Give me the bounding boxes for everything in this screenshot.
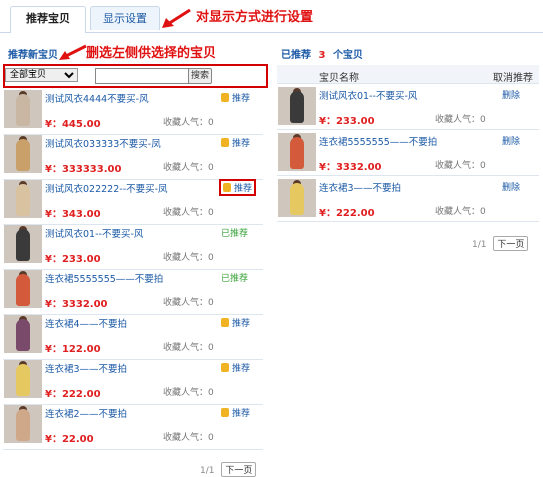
product-name-link[interactable]: 测试风衣033333不要买-凤: [45, 136, 161, 150]
recommended-status: 已推荐: [221, 229, 249, 239]
favorites-count: 收藏人气：0: [163, 253, 214, 263]
search-button[interactable]: 搜索: [188, 68, 212, 84]
table-row: 连衣裙5555555——不要拍 ¥：3332.00 收藏人气：0 删除: [277, 132, 539, 176]
product-thumbnail[interactable]: [278, 133, 316, 171]
recommend-button[interactable]: 推荐: [219, 179, 257, 196]
list-item: 测试风衣022222--不要买-凤 ¥：343.00 收藏人气：0 推荐: [3, 179, 263, 225]
product-name-link[interactable]: 连衣裙4——不要拍: [45, 316, 127, 330]
delete-button[interactable]: 删除: [502, 180, 520, 193]
product-thumbnail[interactable]: [4, 135, 42, 173]
product-name-link[interactable]: 测试风衣022222--不要买-凤: [45, 181, 168, 195]
recommend-button[interactable]: 推荐: [221, 361, 250, 374]
product-name-link[interactable]: 连衣裙5555555——不要拍: [45, 271, 163, 285]
table-row: 测试风衣01--不要买-风 ¥：233.00 收藏人气：0 删除: [277, 86, 539, 130]
favorites-count: 收藏人气：0: [163, 298, 214, 308]
next-page-button[interactable]: 下一页: [493, 236, 529, 251]
left-panel-title: 推荐新宝贝: [8, 50, 58, 61]
favorites-count: 收藏人气：0: [435, 207, 486, 217]
thumbs-up-icon: [223, 183, 231, 192]
product-price: ¥：122.00: [45, 344, 101, 355]
favorites-count: 收藏人气：0: [163, 433, 214, 443]
thumbs-up-icon: [221, 363, 229, 372]
product-name-link[interactable]: 测试风衣4444不要买-风: [45, 91, 149, 105]
product-thumbnail[interactable]: [4, 360, 42, 398]
recommend-button[interactable]: 推荐: [221, 406, 250, 419]
list-item: 测试风衣01--不要买-风 ¥：233.00 收藏人气：0 已推荐: [3, 224, 263, 270]
annotation-arrow-icon: [59, 44, 87, 60]
product-thumbnail[interactable]: [278, 179, 316, 217]
page-indicator: 1/1: [200, 466, 215, 476]
product-price: ¥：343.00: [45, 209, 101, 220]
product-name-link[interactable]: 测试风衣01--不要买-风: [45, 226, 143, 240]
product-price: ¥：445.00: [45, 119, 101, 130]
product-price: ¥：3332.00: [319, 162, 382, 173]
product-thumbnail[interactable]: [4, 315, 42, 353]
annotation-display-settings: 对显示方式进行设置: [196, 10, 314, 25]
list-item: 连衣裙2——不要拍 ¥：22.00 收藏人气：0 推荐: [3, 404, 263, 450]
recommend-button[interactable]: 推荐: [221, 316, 250, 329]
tab-display-settings[interactable]: 显示设置: [90, 6, 160, 30]
annotation-filter: 删选左侧供选择的宝贝: [86, 46, 217, 61]
product-price: ¥：3332.00: [45, 299, 108, 310]
delete-button[interactable]: 删除: [502, 134, 520, 147]
annotation-arrow-icon: [162, 8, 191, 28]
thumbs-up-icon: [221, 318, 229, 327]
favorites-count: 收藏人气：0: [435, 115, 486, 125]
list-item: 连衣裙4——不要拍 ¥：122.00 收藏人气：0 推荐: [3, 314, 263, 360]
delete-button[interactable]: 删除: [502, 88, 520, 101]
product-price: ¥：233.00: [319, 116, 375, 127]
product-name-link[interactable]: 连衣裙5555555——不要拍: [319, 134, 437, 148]
product-thumbnail[interactable]: [4, 90, 42, 128]
tab-recommend[interactable]: 推荐宝贝: [10, 6, 86, 33]
favorites-count: 收藏人气：0: [163, 208, 214, 218]
category-select[interactable]: 全部宝贝: [5, 68, 78, 82]
product-price: ¥：233.00: [45, 254, 101, 265]
column-name-header: 宝贝名称: [319, 73, 359, 84]
thumbs-up-icon: [221, 93, 229, 102]
search-input[interactable]: [95, 68, 189, 84]
list-item: 测试风衣033333不要买-凤 ¥：333333.00 收藏人气：0 推荐: [3, 134, 263, 180]
right-panel-title: 已推荐 3 个宝贝: [281, 50, 363, 61]
recommended-count: 3: [318, 50, 326, 61]
product-name-link[interactable]: 测试风衣01--不要买-风: [319, 88, 417, 102]
favorites-count: 收藏人气：0: [163, 163, 214, 173]
right-table-header: 宝贝名称 取消推荐: [277, 65, 539, 84]
favorites-count: 收藏人气：0: [163, 118, 214, 128]
column-action-header: 取消推荐: [493, 73, 533, 84]
next-page-button[interactable]: 下一页: [221, 462, 257, 477]
product-name-link[interactable]: 连衣裙3——不要拍: [319, 180, 401, 194]
favorites-count: 收藏人气：0: [163, 343, 214, 353]
recommended-status: 已推荐: [221, 274, 249, 284]
favorites-count: 收藏人气：0: [435, 161, 486, 171]
product-thumbnail[interactable]: [278, 87, 316, 125]
list-item: 连衣裙5555555——不要拍 ¥：3332.00 收藏人气：0 已推荐: [3, 269, 263, 315]
thumbs-up-icon: [221, 408, 229, 417]
product-price: ¥：222.00: [45, 389, 101, 400]
product-price: ¥：22.00: [45, 434, 94, 445]
product-thumbnail[interactable]: [4, 225, 42, 263]
recommend-button[interactable]: 推荐: [221, 91, 250, 104]
product-price: ¥：333333.00: [45, 164, 122, 175]
left-pagination: 1/1 下一页: [200, 462, 257, 477]
product-thumbnail[interactable]: [4, 405, 42, 443]
list-item: 连衣裙3——不要拍 ¥：222.00 收藏人气：0 推荐: [3, 359, 263, 405]
product-thumbnail[interactable]: [4, 180, 42, 218]
table-row: 连衣裙3——不要拍 ¥：222.00 收藏人气：0 删除: [277, 178, 539, 222]
recommend-button[interactable]: 推荐: [221, 136, 250, 149]
favorites-count: 收藏人气：0: [163, 388, 214, 398]
product-thumbnail[interactable]: [4, 270, 42, 308]
list-item: 测试风衣4444不要买-风 ¥：445.00 收藏人气：0 推荐: [3, 89, 263, 135]
thumbs-up-icon: [221, 138, 229, 147]
product-name-link[interactable]: 连衣裙3——不要拍: [45, 361, 127, 375]
right-pagination: 1/1 下一页: [472, 236, 529, 251]
page-indicator: 1/1: [472, 240, 487, 250]
product-name-link[interactable]: 连衣裙2——不要拍: [45, 406, 127, 420]
product-price: ¥：222.00: [319, 208, 375, 219]
